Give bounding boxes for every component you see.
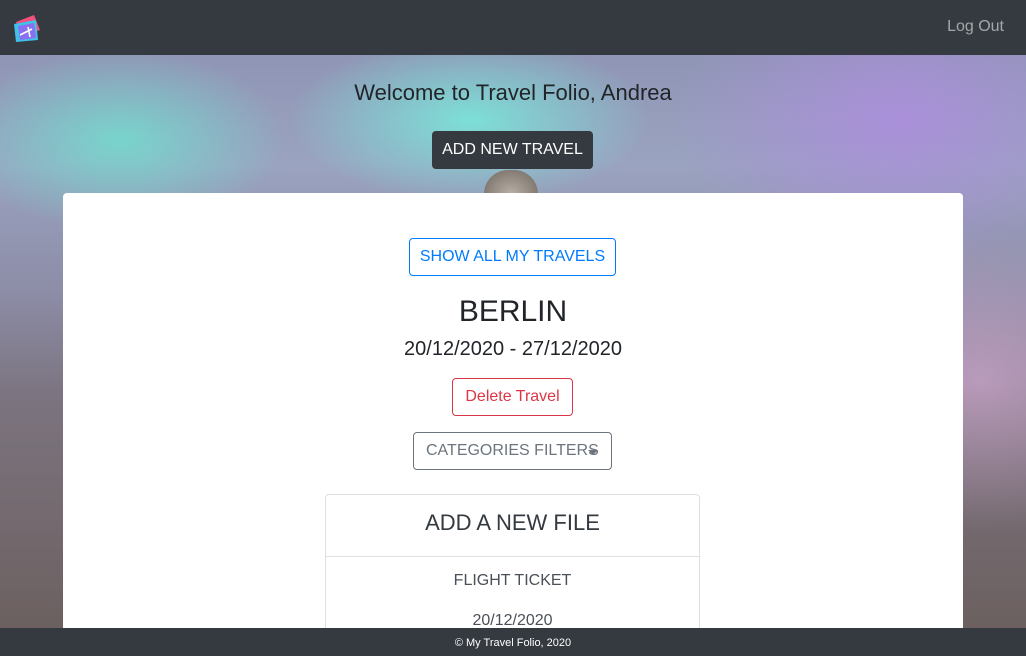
travel-dates: 20/12/2020 - 27/12/2020 (404, 338, 622, 360)
background-photo-detail (484, 170, 538, 194)
copyright-text: © My Travel Folio, 2020 (454, 637, 572, 649)
travel-card: SHOW ALL MY TRAVELS BERLIN 20/12/2020 - … (63, 193, 963, 654)
top-navbar: Log Out (0, 0, 1026, 55)
categories-filters-dropdown[interactable]: CATEGORIES FILTERS (413, 432, 612, 470)
logout-link[interactable]: Log Out (947, 18, 1004, 36)
delete-travel-button[interactable]: Delete Travel (452, 378, 573, 416)
ticket-logo-icon[interactable] (12, 12, 44, 44)
travel-city-title: BERLIN (458, 295, 568, 328)
file-type-label: FLIGHT TICKET (453, 572, 572, 589)
add-file-title[interactable]: ADD A NEW FILE (326, 495, 699, 557)
show-all-travels-button[interactable]: SHOW ALL MY TRAVELS (409, 238, 616, 276)
welcome-heading: Welcome to Travel Folio, Andrea (354, 80, 672, 105)
footer: © My Travel Folio, 2020 (0, 628, 1026, 656)
categories-filters-label: CATEGORIES FILTERS (426, 442, 599, 459)
caret-down-icon (588, 450, 598, 455)
add-new-travel-button[interactable]: ADD NEW TRAVEL (432, 131, 593, 169)
